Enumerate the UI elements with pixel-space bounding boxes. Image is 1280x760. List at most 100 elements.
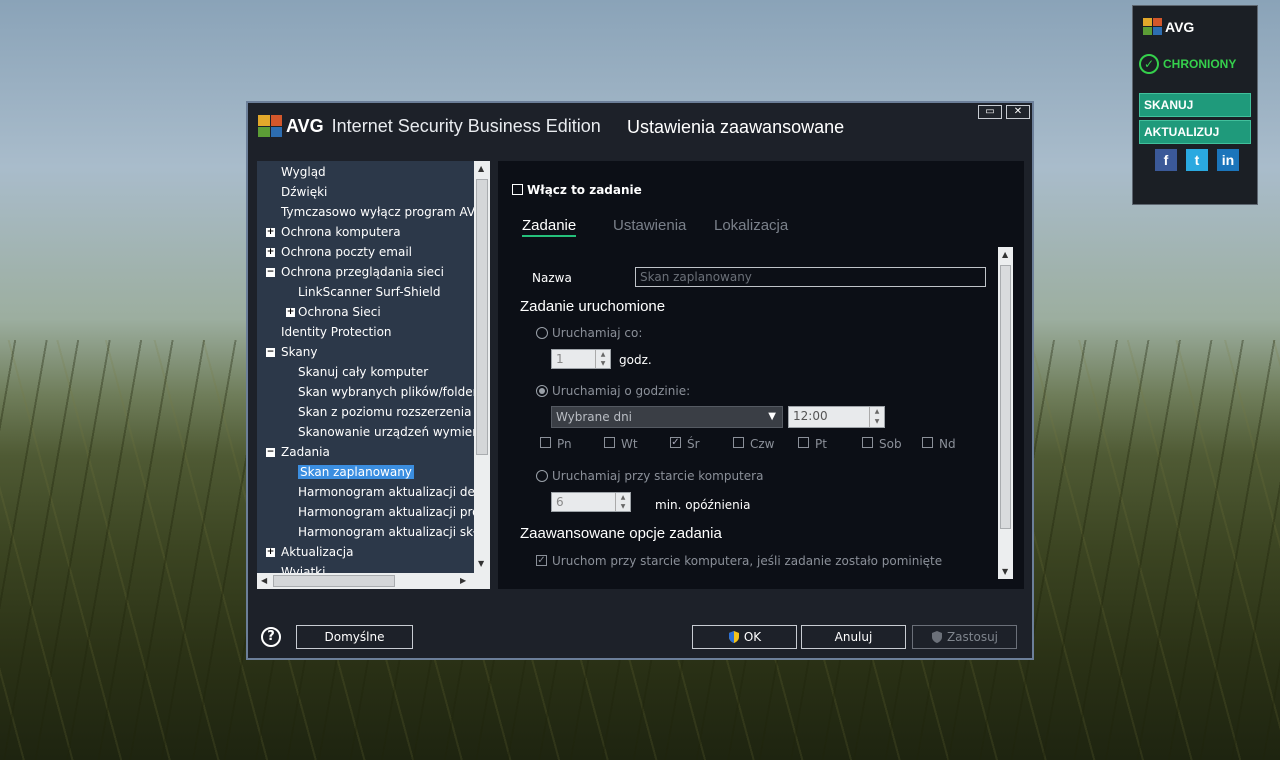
tree-item[interactable]: Skan z poziomu rozszerzenia powłoki xyxy=(298,403,490,421)
tree-item[interactable]: Ochrona Sieci xyxy=(298,303,381,321)
apply-label: Zastosuj xyxy=(946,630,999,644)
scroll-down-icon[interactable]: ▼ xyxy=(478,559,484,568)
panel-vertical-scrollbar[interactable]: ▲ ▼ xyxy=(998,247,1013,579)
time-value: 12:00 xyxy=(793,409,828,423)
help-icon[interactable]: ? xyxy=(261,627,281,647)
tree-item[interactable]: Wygląd xyxy=(281,163,326,181)
tree-item[interactable]: Tymczasowo wyłącz program AVG xyxy=(281,203,484,221)
scroll-down-icon[interactable]: ▼ xyxy=(1002,567,1008,576)
status-text: CHRONIONY xyxy=(1163,57,1237,71)
tree-item[interactable]: Identity Protection xyxy=(281,323,392,341)
close-button[interactable]: ✕ xyxy=(1006,105,1030,119)
collapse-icon[interactable]: − xyxy=(266,348,275,357)
tree-item[interactable]: Dźwięki xyxy=(281,183,327,201)
tab-zadanie[interactable]: Zadanie xyxy=(522,217,577,237)
days-dropdown[interactable]: Wybrane dni ▼ xyxy=(551,406,783,428)
tree-item-label: Skan z poziomu rozszerzenia powłoki xyxy=(298,405,490,419)
protection-status: ✓ CHRONIONY xyxy=(1139,54,1236,74)
tree-item[interactable]: Harmonogram aktualizacji składników xyxy=(298,523,490,541)
scan-button[interactable]: SKANUJ xyxy=(1139,93,1251,117)
enable-task-checkbox[interactable] xyxy=(512,184,523,195)
tree-item[interactable]: Ochrona przeglądania sieci xyxy=(281,263,444,281)
tree-item-label: Aktualizacja xyxy=(281,545,354,559)
weekday-checkbox[interactable] xyxy=(540,437,551,448)
apply-button[interactable]: Zastosuj xyxy=(912,625,1017,649)
tree-item-label: Harmonogram aktualizacji składników xyxy=(298,525,490,539)
stepper-arrows-icon[interactable]: ▲ ▼ xyxy=(869,407,884,427)
tree-vertical-scrollbar[interactable]: ▲ ▼ xyxy=(474,161,490,573)
weekday-checkbox[interactable] xyxy=(604,437,615,448)
run-at-time-radio[interactable] xyxy=(536,385,548,397)
tree-item[interactable]: Aktualizacja xyxy=(281,543,353,561)
expand-icon[interactable]: + xyxy=(266,228,275,237)
tree-item[interactable]: Ochrona komputera xyxy=(281,223,401,241)
weekday-checkbox[interactable] xyxy=(733,437,744,448)
gadget-brand: AVG xyxy=(1165,18,1195,35)
advanced-section-heading: Zaawansowane opcje zadania xyxy=(520,525,722,542)
cancel-button[interactable]: Anuluj xyxy=(801,625,906,649)
panel-scroll-thumb[interactable] xyxy=(1000,265,1011,529)
defaults-button[interactable]: Domyślne xyxy=(296,625,413,649)
settings-tree: Wygląd Dźwięki Tymczasowo wyłącz program A… xyxy=(257,161,490,589)
ok-button[interactable]: OK xyxy=(692,625,797,649)
tree-item-label: Zadania xyxy=(281,445,330,459)
check-circle-icon: ✓ xyxy=(1139,54,1159,74)
stepper-arrows-icon[interactable]: ▲ ▼ xyxy=(615,493,630,511)
task-settings-panel: Włącz to zadanie Zadanie Ustawienia Loka… xyxy=(498,161,1024,589)
weekday-checkbox[interactable] xyxy=(922,437,933,448)
tree-horizontal-scrollbar[interactable]: ◀ ▶ xyxy=(257,573,490,589)
run-at-startup-radio[interactable] xyxy=(536,470,548,482)
weekday-label: Pt xyxy=(815,437,827,451)
update-button[interactable]: AKTUALIZUJ xyxy=(1139,120,1251,144)
weekday-checkbox[interactable] xyxy=(862,437,873,448)
run-missed-checkbox[interactable]: ✓ xyxy=(536,555,547,566)
tree-item[interactable]: LinkScanner Surf-Shield xyxy=(298,283,440,301)
stepper-arrows-icon[interactable]: ▲ ▼ xyxy=(595,350,610,368)
facebook-icon[interactable]: f xyxy=(1155,149,1177,171)
tree-item[interactable]: Skanuj cały komputer xyxy=(298,363,428,381)
social-links: f t in xyxy=(1155,149,1239,171)
uac-shield-icon xyxy=(728,631,739,643)
twitter-icon[interactable]: t xyxy=(1186,149,1208,171)
tree-item[interactable]: Harmonogram aktualizacji programu xyxy=(298,503,490,521)
tree-item-label: Ochrona komputera xyxy=(281,225,401,239)
tree-hscroll-thumb[interactable] xyxy=(273,575,395,587)
name-label: Nazwa xyxy=(532,271,572,285)
maximize-button[interactable]: ▭ xyxy=(978,105,1002,119)
tree-item-label: Skanuj cały komputer xyxy=(298,365,429,379)
tree-item[interactable]: Ochrona poczty email xyxy=(281,243,412,261)
scroll-left-icon[interactable]: ◀ xyxy=(261,576,267,585)
weekday-checkbox[interactable]: ✓ xyxy=(670,437,681,448)
collapse-icon[interactable]: − xyxy=(266,268,275,277)
tree-item[interactable]: Harmonogram aktualizacji definicji xyxy=(298,483,490,501)
interval-stepper[interactable]: 1 ▲ ▼ xyxy=(551,349,611,369)
ok-label: OK xyxy=(743,630,762,644)
enable-task-label: Włącz to zadanie xyxy=(527,183,642,197)
tab-ustawienia[interactable]: Ustawienia xyxy=(613,217,686,234)
tree-item[interactable]: Skany xyxy=(281,343,317,361)
task-name-field[interactable]: Skan zaplanowany xyxy=(635,267,986,287)
tree-item-label: Ochrona przeglądania sieci xyxy=(281,265,444,279)
scroll-up-icon[interactable]: ▲ xyxy=(478,164,484,173)
avg-logo-icon xyxy=(258,115,282,137)
run-section-heading: Zadanie uruchomione xyxy=(520,298,666,315)
collapse-icon[interactable]: − xyxy=(266,448,275,457)
delay-stepper[interactable]: 6 ▲ ▼ xyxy=(551,492,631,512)
run-at-time-label: Uruchamiaj o godzinie: xyxy=(552,384,691,398)
linkedin-icon[interactable]: in xyxy=(1217,149,1239,171)
window-title: Ustawienia zaawansowane xyxy=(627,117,845,137)
scroll-right-icon[interactable]: ▶ xyxy=(460,576,466,585)
tree-item[interactable]: Skan zaplanowany xyxy=(298,463,414,481)
tree-item[interactable]: Skan wybranych plików/folderów xyxy=(298,383,490,401)
expand-icon[interactable]: + xyxy=(266,248,275,257)
tree-item[interactable]: Skanowanie urządzeń wymiennych xyxy=(298,423,490,441)
time-stepper[interactable]: 12:00 ▲ ▼ xyxy=(788,406,885,428)
tab-lokalizacja[interactable]: Lokalizacja xyxy=(714,217,788,234)
expand-icon[interactable]: + xyxy=(286,308,295,317)
expand-icon[interactable]: + xyxy=(266,548,275,557)
tree-item[interactable]: Zadania xyxy=(281,443,330,461)
tree-scroll-thumb[interactable] xyxy=(476,179,488,455)
scroll-up-icon[interactable]: ▲ xyxy=(1002,250,1008,259)
run-every-radio[interactable] xyxy=(536,327,548,339)
weekday-checkbox[interactable] xyxy=(798,437,809,448)
